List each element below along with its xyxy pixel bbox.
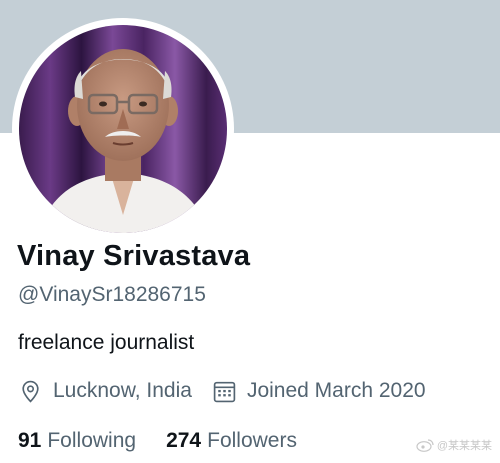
followers-link[interactable]: 274 Followers: [166, 429, 297, 453]
followers-count: 274: [166, 429, 202, 452]
profile-meta: Lucknow, India Joined March 2020: [18, 376, 426, 406]
location-text: Lucknow, India: [53, 379, 192, 402]
followers-label: Followers: [207, 429, 297, 452]
joined-item: Joined March 2020: [212, 379, 426, 404]
avatar[interactable]: [19, 25, 227, 233]
location-pin-icon: [18, 379, 43, 404]
weibo-icon: [416, 438, 434, 452]
avatar-photo: [19, 25, 227, 233]
user-handle: @VinaySr18286715: [18, 283, 206, 306]
watermark-text: @某某某某: [436, 440, 492, 452]
watermark: @某某某某: [416, 437, 492, 453]
following-label: Following: [47, 429, 137, 452]
follow-stats: 91 Following 274 Followers: [18, 426, 297, 456]
following-count: 91: [18, 429, 42, 452]
following-link[interactable]: 91 Following: [18, 429, 136, 453]
location-item: Lucknow, India: [18, 379, 192, 404]
calendar-icon: [212, 379, 237, 404]
bio-text: freelance journalist: [18, 331, 195, 354]
joined-text: Joined March 2020: [246, 379, 426, 402]
display-name: Vinay Srivastava: [17, 240, 251, 272]
